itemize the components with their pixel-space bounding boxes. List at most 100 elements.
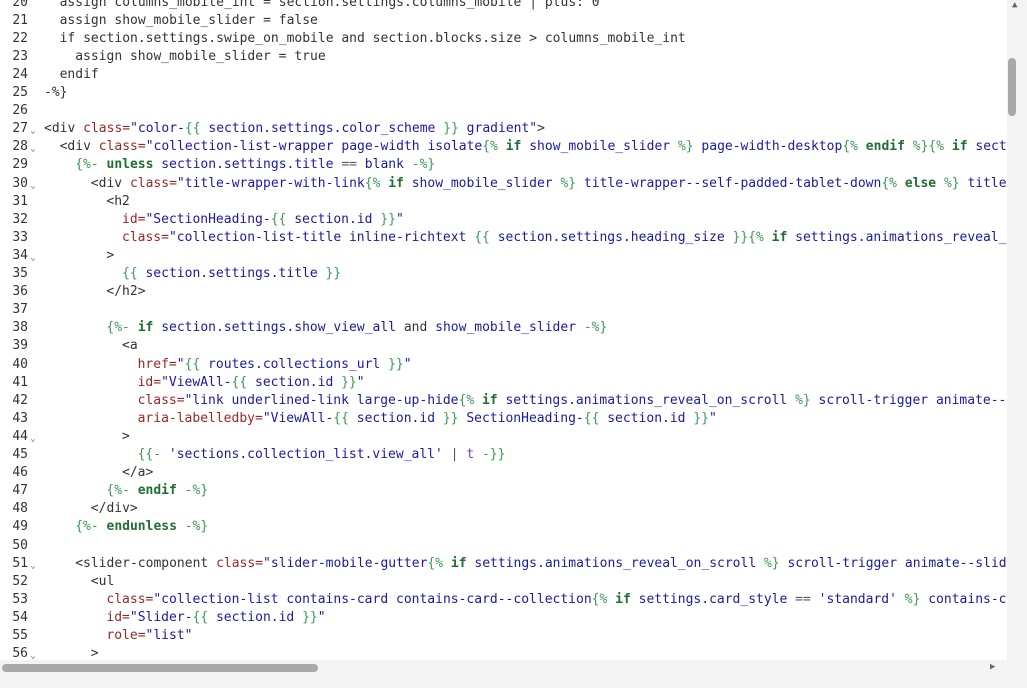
code-token: if: [944, 139, 976, 155]
code-token: {{: [192, 609, 209, 625]
code-line[interactable]: 24 endif: [0, 66, 1007, 84]
line-number: 51: [12, 555, 28, 571]
code-text: </a>: [122, 464, 153, 482]
vertical-scrollbar-thumb[interactable]: [1008, 58, 1016, 116]
line-number: 44: [12, 428, 28, 444]
code-token: |: [450, 447, 459, 462]
code-token: scroll-trigger animate--slid: [779, 555, 1007, 571]
code-text: <div class="color-{{ section.settings.co…: [44, 120, 545, 138]
code-token: }}: [341, 374, 357, 390]
code-token: endif: [59, 66, 99, 82]
code-token: routes.collections_url: [200, 356, 389, 372]
code-line[interactable]: 35 {{ section.settings.title }}: [0, 265, 1007, 283]
code-text: {{ section.settings.title }}: [122, 265, 341, 283]
code-token: {{: [231, 374, 248, 390]
code-token: "collection-list-wrapper page-width isol…: [145, 139, 483, 155]
code-line[interactable]: 28 ⌄ <div class="collection-list-wrapper p…: [0, 138, 1007, 156]
code-line[interactable]: 21 assign show_mobile_slider = false: [0, 12, 1007, 30]
code-line[interactable]: 56 ⌄ >: [0, 645, 1007, 660]
code-token: settings.animations_reveal_on_scroll: [505, 392, 796, 408]
code-token: {%-: [106, 320, 130, 336]
code-line[interactable]: 55 role="list": [0, 627, 1007, 645]
code-line[interactable]: 53 class="collection-list contains-card c…: [0, 591, 1007, 609]
code-line[interactable]: 37: [0, 301, 1007, 319]
code-line[interactable]: 32 id="SectionHeading-{{ section.id }}": [0, 211, 1007, 229]
code-line[interactable]: 34 ⌄ >: [0, 247, 1007, 265]
code-line[interactable]: 25 -%}: [0, 84, 1007, 102]
horizontal-scrollbar-thumb[interactable]: [2, 664, 318, 672]
code-editor[interactable]: 20 assign columns_mobile_int = section.se…: [0, 0, 1007, 660]
code-line[interactable]: 51 ⌄ <slider-component class="slider-mobil…: [0, 555, 1007, 573]
line-number: 33: [12, 229, 28, 245]
code-line[interactable]: 22 if section.settings.swipe_on_mobile an…: [0, 30, 1007, 48]
code-token: ": [356, 374, 365, 390]
line-number: 21: [12, 12, 28, 28]
chevron-down-icon[interactable]: ⌄: [28, 645, 38, 660]
code-line[interactable]: 39 <a: [0, 337, 1007, 355]
code-token: "title-wrapper-with-link: [176, 175, 365, 191]
code-line[interactable]: 42 class="link underlined-link large-up-h…: [0, 392, 1007, 410]
code-token: <div: [90, 175, 130, 191]
line-number: 46: [12, 465, 28, 481]
code-line[interactable]: 48 </div>: [0, 500, 1007, 518]
code-token: "Slider-: [129, 609, 193, 625]
line-number: 49: [12, 519, 28, 535]
code-token: SectionHeading-: [458, 410, 584, 426]
code-line[interactable]: 43 aria-labelledby="ViewAll-{{ section.id…: [0, 410, 1007, 428]
code-line[interactable]: 40 href="{{ routes.collections_url }}": [0, 356, 1007, 374]
code-line[interactable]: 20 assign columns_mobile_int = section.se…: [0, 0, 1007, 12]
line-number: 32: [12, 211, 28, 227]
code-text: role="list": [106, 627, 192, 645]
code-text: </div>: [91, 500, 138, 518]
code-line[interactable]: 23 assign show_mobile_slider = true: [0, 48, 1007, 66]
code-text: <div class="title-wrapper-with-link{% if…: [91, 175, 1007, 193]
line-number: 36: [12, 284, 28, 300]
code-token: "ViewAll-: [161, 374, 232, 390]
code-line[interactable]: 46 </a>: [0, 464, 1007, 482]
code-token: role=: [106, 628, 146, 643]
code-line[interactable]: 33 class="collection-list-title inline-ri…: [0, 229, 1007, 247]
code-line[interactable]: 47 {%- endif -%}: [0, 482, 1007, 500]
line-number: 47: [12, 483, 28, 499]
code-line[interactable]: 31 <h2: [0, 193, 1007, 211]
scroll-right-icon[interactable]: ▶: [990, 662, 995, 672]
code-token: {%-: [106, 483, 130, 499]
code-token: }}: [443, 121, 459, 137]
code-line[interactable]: 29 {%- unless section.settings.title == b…: [0, 156, 1007, 174]
code-token: class=: [83, 121, 131, 137]
code-line[interactable]: 45 {{- 'sections.collection_list.view_all…: [0, 446, 1007, 464]
code-line[interactable]: 50: [0, 537, 1007, 555]
code-token: endif: [129, 483, 185, 499]
code-token: }}: [442, 410, 459, 426]
code-line[interactable]: 54 id="Slider-{{ section.id }}": [0, 609, 1007, 627]
code-token: "ViewAll-: [262, 410, 334, 426]
code-token: <h2: [106, 193, 130, 209]
code-token: -%}: [44, 85, 68, 100]
code-line[interactable]: 49 {%- endunless -%}: [0, 518, 1007, 536]
code-line[interactable]: 52 <ul: [0, 573, 1007, 591]
code-token: ": [395, 211, 404, 227]
code-token: </h2>: [106, 284, 146, 300]
code-token: %}: [763, 555, 780, 571]
code-line[interactable]: 38 {%- if section.settings.show_view_all …: [0, 319, 1007, 337]
code-line[interactable]: 30 ⌄ <div class="title-wrapper-with-link{%…: [0, 175, 1007, 193]
code-text: {%- endunless -%}: [75, 518, 208, 536]
code-token: settings.animations_reveal_on_scroll: [474, 555, 764, 571]
code-text: -%}: [44, 84, 67, 102]
code-line[interactable]: 44 ⌄ >: [0, 428, 1007, 446]
code-token: "SectionHeading-: [145, 211, 271, 227]
code-token: section.id: [348, 410, 443, 426]
code-token: {{-: [137, 447, 162, 462]
scroll-up-icon[interactable]: ▲: [1012, 0, 1017, 10]
code-token: }}: [302, 609, 318, 625]
code-line[interactable]: 27 ⌄ <div class="color-{{ section.settings…: [0, 120, 1007, 138]
code-token: >: [90, 646, 99, 660]
line-number: 20: [12, 0, 28, 10]
code-line[interactable]: 36 </h2>: [0, 283, 1007, 301]
code-line[interactable]: 26: [0, 102, 1007, 120]
code-token: unless: [98, 157, 162, 173]
vertical-scrollbar[interactable]: ▲: [1007, 0, 1027, 660]
code-line[interactable]: 41 id="ViewAll-{{ section.id }}": [0, 374, 1007, 392]
code-token: -%}: [411, 157, 436, 173]
horizontal-scrollbar[interactable]: ▶: [0, 660, 1007, 676]
